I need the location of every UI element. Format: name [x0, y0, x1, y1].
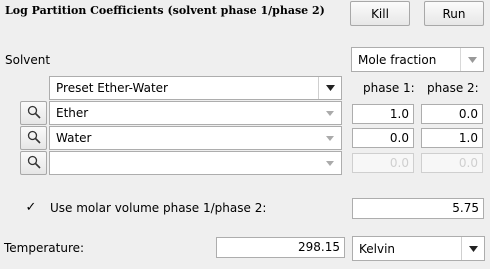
solvent-3-phase1-input: 0.0 — [352, 153, 414, 173]
temperature-label: Temperature: — [4, 241, 85, 255]
search-solvent-3-button[interactable] — [20, 151, 47, 175]
preset-select[interactable]: Preset Ether-Water — [49, 76, 342, 100]
temperature-unit-select[interactable]: Kelvin — [352, 236, 485, 261]
search-solvent-1-button[interactable] — [20, 101, 47, 125]
solvent-2-phase2-input[interactable]: 1.0 — [421, 128, 483, 148]
kill-button[interactable]: Kill — [350, 1, 410, 26]
temperature-unit-value: Kelvin — [359, 241, 396, 256]
phase2-header: phase 2: — [427, 81, 479, 95]
magnifier-icon — [27, 130, 41, 147]
run-button[interactable]: Run — [424, 1, 484, 26]
solvent-mode-select[interactable]: Mole fraction — [351, 47, 484, 72]
search-solvent-2-button[interactable] — [20, 126, 47, 150]
magnifier-icon — [27, 105, 41, 122]
preset-value: Preset Ether-Water — [56, 81, 168, 95]
magnifier-icon — [27, 155, 41, 172]
chevron-down-icon — [319, 102, 341, 124]
solvent-2-select[interactable]: Water — [49, 126, 342, 150]
molar-volume-checkbox[interactable]: ✓ — [24, 200, 38, 215]
solvent-1-name: Ether — [56, 106, 89, 120]
molar-volume-label: Use molar volume phase 1/phase 2: — [50, 201, 267, 215]
solvent-3-phase2-input: 0.0 — [421, 153, 483, 173]
chevron-down-icon — [319, 127, 341, 149]
solvent-2-phase1-input[interactable]: 0.0 — [352, 128, 414, 148]
chevron-down-icon — [319, 152, 341, 174]
solvent-1-phase1-input[interactable]: 1.0 — [352, 104, 414, 124]
chevron-down-icon — [460, 48, 483, 71]
molar-volume-input[interactable]: 5.75 — [352, 198, 484, 219]
solvent-label: Solvent — [5, 53, 51, 67]
solvent-2-name: Water — [56, 131, 92, 145]
solvent-1-select[interactable]: Ether — [49, 101, 342, 125]
solvent-mode-value: Mole fraction — [358, 52, 437, 67]
panel-title: Log Partition Coefficients (solvent phas… — [5, 4, 325, 17]
chevron-down-icon — [461, 237, 484, 260]
temperature-input[interactable]: 298.15 — [216, 237, 345, 258]
solvent-3-select[interactable] — [49, 151, 342, 175]
chevron-down-icon — [318, 77, 341, 99]
solvent-1-phase2-input[interactable]: 0.0 — [421, 104, 483, 124]
phase1-header: phase 1: — [363, 81, 415, 95]
